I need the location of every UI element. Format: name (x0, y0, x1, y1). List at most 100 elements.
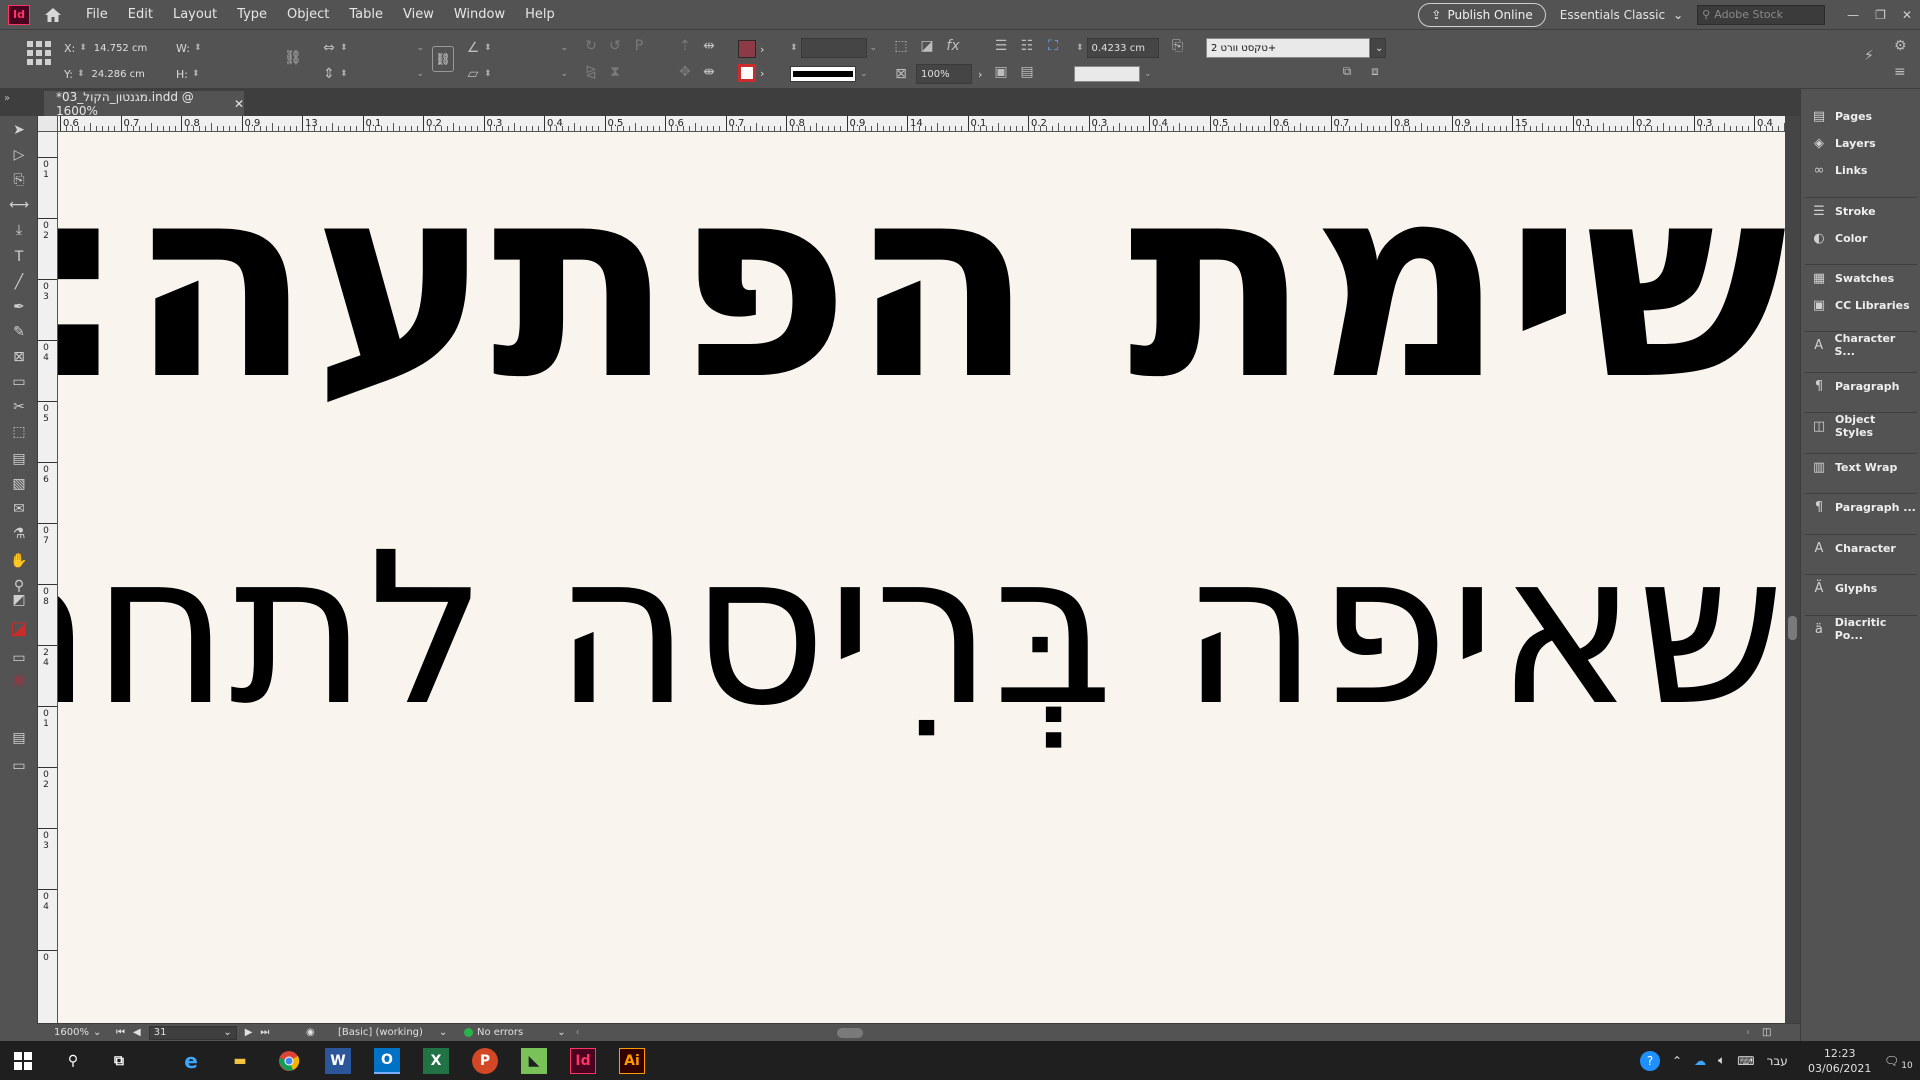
panel-swatches[interactable]: ▦ Swatches (1811, 267, 1917, 289)
selection-tool-icon[interactable]: ➤ (9, 120, 29, 140)
align-center-icon[interactable]: ☷ (1016, 38, 1038, 54)
opacity-chevron-icon[interactable]: › (978, 68, 982, 81)
gap-tool-icon[interactable]: ⟷ (9, 195, 29, 215)
preview-mode-icon[interactable]: ▭ (9, 756, 29, 776)
menu-type[interactable]: Type (227, 7, 277, 22)
heading-text-line[interactable]: שימת הפתעה: (58, 138, 1785, 428)
clock[interactable]: 12:23 03/06/2021 (1808, 1041, 1871, 1080)
search-icon[interactable]: ⚲ (60, 1048, 86, 1074)
task-view-icon[interactable]: ⧉ (106, 1048, 132, 1074)
rectangle-tool-icon[interactable]: ▭ (9, 372, 29, 392)
menu-file[interactable]: File (76, 7, 118, 22)
pen-tool-icon[interactable]: ✒ (9, 297, 29, 317)
rotate-cw-icon[interactable]: ↻ (580, 38, 602, 54)
flip-horizontal-icon[interactable]: ⧎ (580, 64, 602, 80)
drop-shadow-icon[interactable]: ◪ (916, 38, 938, 54)
direct-selection-tool-icon[interactable]: ▷ (9, 145, 29, 165)
corner-shape-field[interactable] (1074, 66, 1140, 82)
panel-text-wrap[interactable]: ▥ Text Wrap (1811, 456, 1917, 478)
close-icon[interactable]: ✕ (1902, 8, 1912, 22)
scroll-left-icon[interactable]: ‹ (576, 1027, 580, 1038)
shear-field[interactable] (494, 64, 561, 84)
offset-field[interactable]: 0.4233 cm (1086, 38, 1159, 58)
zoom-level[interactable]: 1600% (54, 1027, 89, 1038)
panel-color[interactable]: ◐ Color (1811, 227, 1917, 249)
excel-icon[interactable]: X (423, 1048, 449, 1074)
h-field[interactable] (202, 64, 273, 84)
panel-stroke[interactable]: ☰ Stroke (1811, 200, 1917, 222)
hand-tool-icon[interactable]: ✋ (9, 551, 29, 571)
normal-view-icon[interactable]: ▣ (9, 670, 29, 690)
rotate-dropdown-icon[interactable]: ⌄ (561, 43, 569, 53)
shear-dropdown-icon[interactable]: ⌄ (561, 69, 569, 79)
publish-online-button[interactable]: ⇪ Publish Online (1418, 2, 1546, 27)
windows-start-icon[interactable] (10, 1048, 36, 1074)
scissors-tool-icon[interactable]: ✂ (9, 397, 29, 417)
shear-spinner-icon[interactable]: ⬍ (484, 69, 492, 79)
help-icon[interactable]: ? (1640, 1050, 1660, 1071)
stroke-swatch[interactable] (738, 64, 756, 82)
align-left-icon[interactable]: ☰ (990, 38, 1012, 54)
edge-icon[interactable]: e (178, 1048, 204, 1074)
line-tool-icon[interactable]: ╱ (9, 272, 29, 292)
scale-y-field[interactable] (350, 64, 417, 84)
tray-chevron-up-icon[interactable]: ⌃ (1672, 1054, 1682, 1068)
indesign-taskbar-icon[interactable]: Id (570, 1048, 596, 1074)
input-language[interactable]: עבר (1767, 1054, 1788, 1068)
frame-fitting-icon[interactable]: ⬚ (890, 38, 912, 54)
auto-fit-icon[interactable]: ⛶ (1042, 38, 1064, 54)
scale-x-spinner-icon[interactable]: ⬍ (340, 43, 348, 53)
first-page-icon[interactable]: ⏮ (116, 1027, 125, 1038)
menu-window[interactable]: Window (444, 7, 515, 22)
volume-icon[interactable]: 🔈︎ (1718, 1053, 1725, 1068)
errors-dropdown-icon[interactable]: ⌄ (557, 1027, 565, 1038)
document-canvas[interactable]: שימת הפתעה: שאיפה בְּרִיסה לתחתי (58, 132, 1785, 1023)
constrain-proportions-icon[interactable]: ⛓ (284, 50, 306, 66)
stroke-type-preview[interactable] (790, 66, 856, 82)
vertical-scrollbar[interactable] (1785, 116, 1800, 1023)
vertical-scroll-thumb[interactable] (1788, 616, 1797, 640)
object-style-dropdown[interactable]: +טקסט וורט 2 (1206, 38, 1370, 58)
preflight-icon[interactable]: ◉ (306, 1027, 315, 1038)
panel-links[interactable]: ∞ Links (1811, 159, 1917, 181)
next-page-icon[interactable]: ▶ (245, 1027, 253, 1038)
stroke-weight-dropdown-icon[interactable]: ⌄ (870, 43, 878, 53)
scale-y-dropdown-icon[interactable]: ⌄ (417, 69, 425, 79)
text-on-path-icon[interactable]: P (628, 38, 650, 54)
panel-object-styles[interactable]: ◫ Object Styles (1811, 413, 1917, 439)
outlook-icon[interactable]: O (374, 1048, 400, 1074)
vertical-ruler[interactable]: 0 1 0 2 0 3 0 4 0 5 0 6 0 7 0 8 2 4 0 1 0 2 0 3 0 4 0 (38, 132, 58, 1023)
h-spinner-icon[interactable]: ⬍ (192, 69, 200, 79)
file-explorer-icon[interactable]: ▬ (227, 1048, 253, 1074)
formatting-container-icon[interactable]: ▭ (9, 648, 29, 668)
y-field[interactable]: 24.286 cm (87, 64, 162, 84)
link-scale-icon[interactable]: ⛓ (432, 46, 454, 72)
scale-x-field[interactable] (350, 38, 417, 58)
select-content-icon[interactable]: ✥ (674, 64, 696, 80)
w-field[interactable] (204, 38, 275, 58)
menu-edit[interactable]: Edit (118, 7, 163, 22)
pencil-tool-icon[interactable]: ✎ (9, 322, 29, 342)
scale-x-dropdown-icon[interactable]: ⌄ (417, 43, 425, 53)
panel-pages[interactable]: ▤ Pages (1811, 105, 1917, 127)
word-icon[interactable]: W (325, 1048, 351, 1074)
style-options-icon[interactable]: ⧈ (1364, 64, 1386, 79)
rotate-spinner-icon[interactable]: ⬍ (484, 43, 492, 53)
rotate-field[interactable] (494, 38, 561, 58)
panel-paragraph[interactable]: ¶ Paragraph ... (1811, 496, 1917, 518)
collapse-panels-icon[interactable]: » (4, 93, 10, 104)
menu-help[interactable]: Help (515, 7, 565, 22)
last-page-icon[interactable]: ⏭ (260, 1027, 269, 1038)
preflight-errors[interactable]: No errors (477, 1027, 523, 1038)
document-tab[interactable]: *03_מגנטון_הקול.indd @ 1600% ✕ (44, 90, 244, 118)
panel-character-s[interactable]: A Character S... (1811, 332, 1917, 358)
panel-glyphs[interactable]: Ä Glyphs (1811, 577, 1917, 599)
eyedropper-tool-icon[interactable]: ⚗ (9, 524, 29, 544)
previous-page-icon[interactable]: ◀ (133, 1027, 141, 1038)
scale-y-spinner-icon[interactable]: ⬍ (340, 69, 348, 79)
select-previous-icon[interactable]: ⇹ (698, 38, 720, 54)
opacity-field[interactable]: 100% (916, 64, 972, 84)
gradient-swatch-tool-icon[interactable]: ▤ (9, 449, 29, 469)
stroke-type-dropdown-icon[interactable]: ⌄ (860, 69, 868, 79)
free-transform-tool-icon[interactable]: ⬚ (9, 422, 29, 442)
